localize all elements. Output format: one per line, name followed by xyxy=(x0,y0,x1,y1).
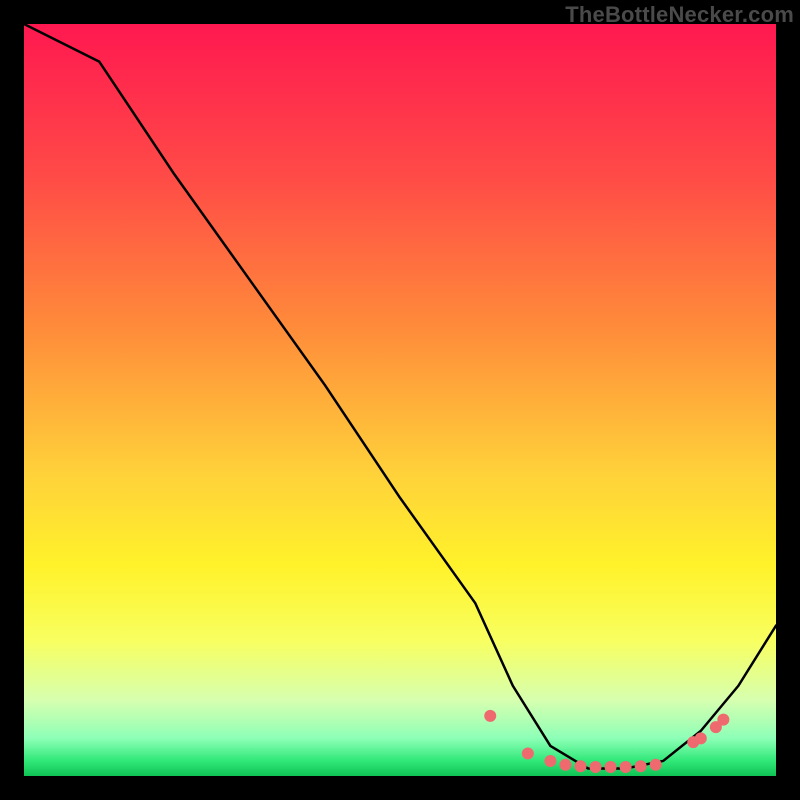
highlight-dot xyxy=(650,759,662,771)
gradient-background xyxy=(24,24,776,776)
highlight-dot xyxy=(620,761,632,773)
highlight-dot xyxy=(574,760,586,772)
highlight-dot xyxy=(484,710,496,722)
highlight-dot xyxy=(522,747,534,759)
highlight-dot xyxy=(559,759,571,771)
highlight-dot xyxy=(605,761,617,773)
watermark-text: TheBottleNecker.com xyxy=(565,2,794,28)
highlight-dot xyxy=(635,760,647,772)
highlight-dot xyxy=(695,732,707,744)
highlight-dot xyxy=(590,761,602,773)
chart-frame xyxy=(24,24,776,776)
bottleneck-curve-chart xyxy=(24,24,776,776)
highlight-dot xyxy=(544,755,556,767)
highlight-dot xyxy=(717,714,729,726)
